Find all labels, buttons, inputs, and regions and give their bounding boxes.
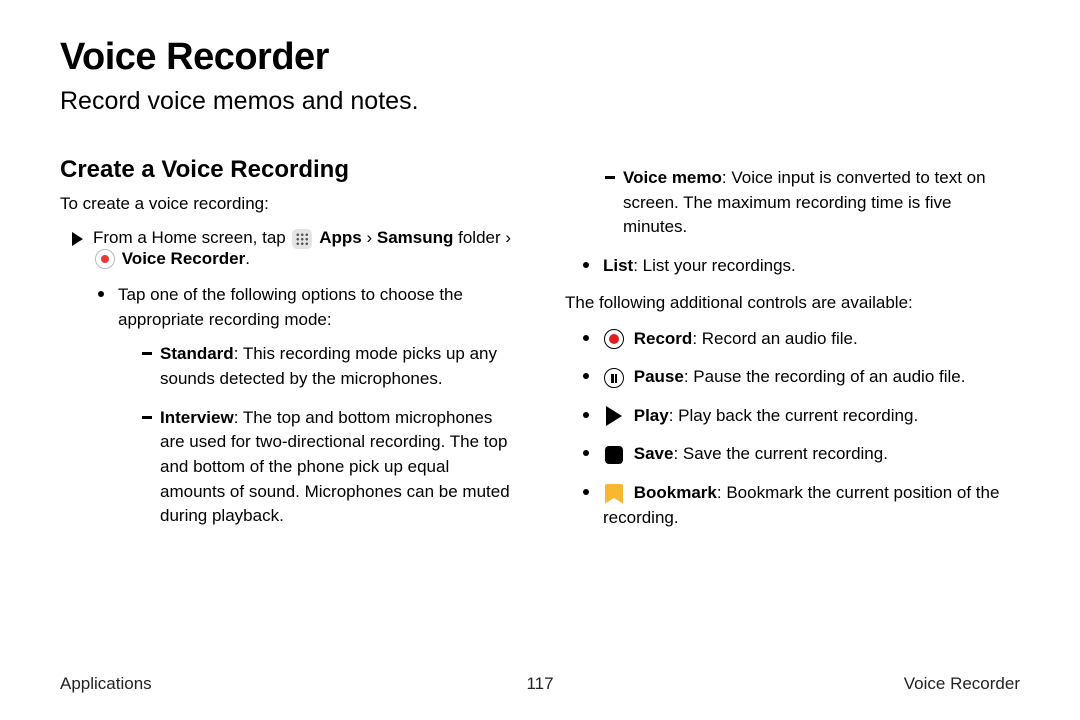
list-item: List: List your recordings. <box>583 254 1020 279</box>
mode-label: Interview <box>160 408 234 427</box>
control-bookmark: Bookmark: Bookmark the current position … <box>583 481 1020 530</box>
control-desc: : Play back the current recording. <box>669 406 918 425</box>
footer-left: Applications <box>60 674 152 694</box>
apps-icon <box>292 229 312 249</box>
control-label: Record <box>634 329 693 348</box>
play-triangle-icon <box>72 232 83 246</box>
mode-voicememo: Voice memo: Voice input is converted to … <box>605 166 1020 240</box>
mode-intro-item: Tap one of the following options to choo… <box>98 283 515 529</box>
mode-interview: Interview: The top and bottom microphone… <box>142 406 515 529</box>
mode-sublist: Standard: This recording mode picks up a… <box>118 342 515 528</box>
pause-icon <box>603 367 625 389</box>
control-desc: : Pause the recording of an audio file. <box>684 367 966 386</box>
folder-word: folder <box>458 228 501 247</box>
voice-recorder-icon <box>95 249 115 269</box>
control-record: Record: Record an audio file. <box>583 327 1020 352</box>
footer-right: Voice Recorder <box>904 674 1020 694</box>
navigation-step: From a Home screen, tap Apps › Samsung f… <box>60 228 515 269</box>
control-play: Play: Play back the current recording. <box>583 404 1020 429</box>
control-pause: Pause: Pause the recording of an audio f… <box>583 365 1020 390</box>
bookmark-icon <box>603 483 625 505</box>
controls-list: Record: Record an audio file. Pause: Pau… <box>565 327 1020 531</box>
save-icon <box>603 444 625 466</box>
mode-list: Tap one of the following options to choo… <box>60 283 515 529</box>
samsung-folder-label: Samsung <box>377 228 454 247</box>
breadcrumb-sep: › <box>505 228 511 247</box>
mode-standard: Standard: This recording mode picks up a… <box>142 342 515 391</box>
intro-text: To create a voice recording: <box>60 194 515 214</box>
control-label: Play <box>634 406 669 425</box>
content-columns: Create a Voice Recording To create a voi… <box>60 156 1020 544</box>
page-title: Voice Recorder <box>60 36 1020 79</box>
step-prefix: From a Home screen, tap <box>93 228 286 247</box>
mode-intro-text: Tap one of the following options to choo… <box>118 285 463 329</box>
control-label: Save <box>634 444 674 463</box>
control-label: Bookmark <box>634 483 717 502</box>
list-desc: : List your recordings. <box>633 256 796 275</box>
list-bullet: List: List your recordings. <box>565 254 1020 279</box>
left-column: Create a Voice Recording To create a voi… <box>60 156 515 544</box>
record-icon <box>603 328 625 350</box>
control-desc: : Record an audio file. <box>692 329 857 348</box>
voice-recorder-label: Voice Recorder <box>122 249 245 268</box>
mode-label: Standard <box>160 344 234 363</box>
right-column: Voice memo: Voice input is converted to … <box>565 156 1020 544</box>
control-save: Save: Save the current recording. <box>583 442 1020 467</box>
breadcrumb-sep: › <box>366 228 372 247</box>
control-desc: : Save the current recording. <box>673 444 888 463</box>
page-footer: Applications 117 Voice Recorder <box>60 674 1020 694</box>
apps-label: Apps <box>319 228 362 247</box>
list-label: List <box>603 256 633 275</box>
page-subtitle: Record voice memos and notes. <box>60 87 1020 116</box>
section-heading: Create a Voice Recording <box>60 156 515 184</box>
step-text: From a Home screen, tap Apps › Samsung f… <box>93 228 515 269</box>
mode-label: Voice memo <box>623 168 722 187</box>
play-icon <box>603 405 625 427</box>
period: . <box>245 249 250 268</box>
mode-sublist-continued: Voice memo: Voice input is converted to … <box>565 166 1020 240</box>
controls-intro: The following additional controls are av… <box>565 293 1020 313</box>
control-label: Pause <box>634 367 684 386</box>
page-number: 117 <box>526 674 553 694</box>
